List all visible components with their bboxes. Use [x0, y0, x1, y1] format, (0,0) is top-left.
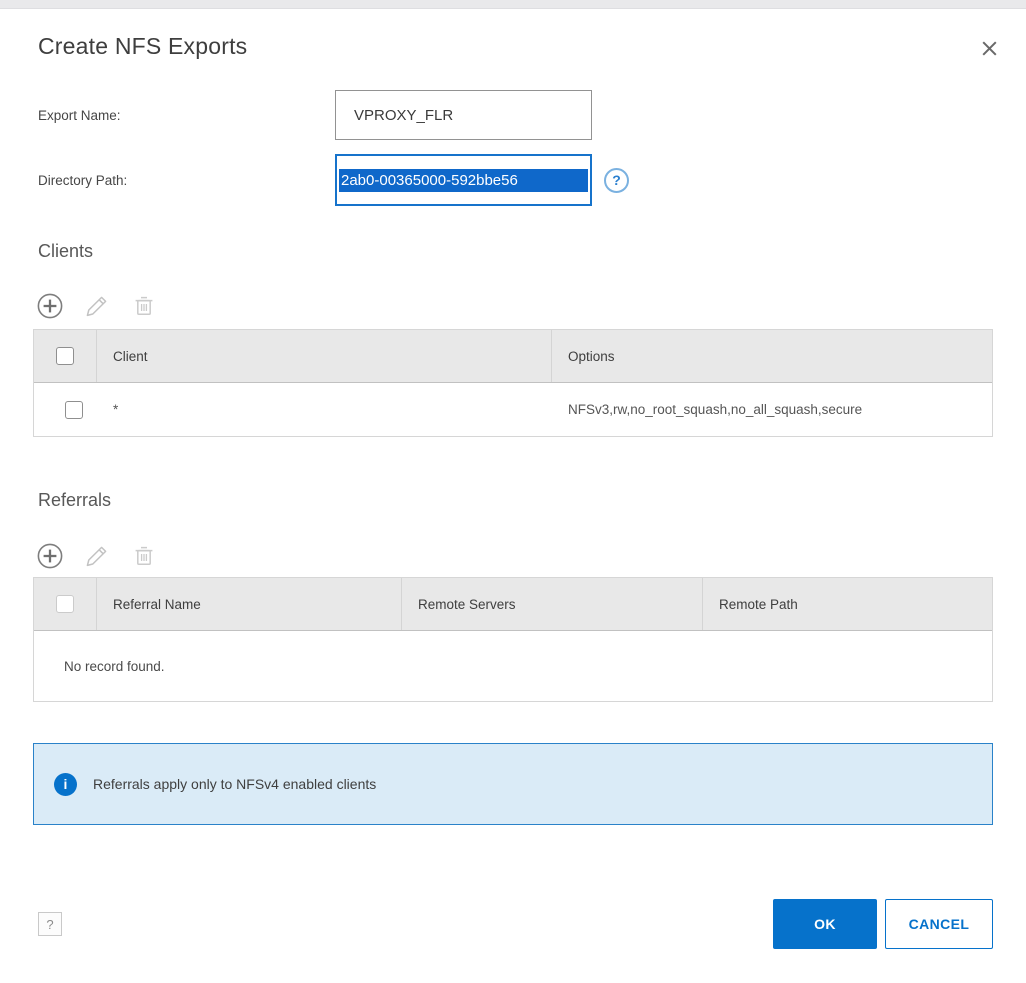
- referrals-table-header: Referral Name Remote Servers Remote Path: [34, 578, 992, 631]
- referrals-header-cell: [34, 578, 96, 630]
- export-name-row: Export Name:: [33, 90, 993, 140]
- trash-icon: [131, 557, 157, 572]
- plus-circle-icon: [37, 557, 63, 572]
- referrals-delete-button[interactable]: [131, 543, 157, 569]
- export-name-label: Export Name:: [33, 108, 335, 123]
- clients-edit-button[interactable]: [84, 293, 110, 319]
- clients-row-checkbox[interactable]: [65, 401, 83, 419]
- clients-table: Client Options * NFSv3,rw,no_root_squash…: [33, 329, 993, 437]
- referrals-table: Referral Name Remote Servers Remote Path…: [33, 577, 993, 702]
- referrals-column-header: Remote Servers: [401, 578, 702, 630]
- clients-table-header: Client Options: [34, 330, 992, 383]
- pencil-icon: [84, 557, 110, 572]
- info-banner: i Referrals apply only to NFSv4 enabled …: [33, 743, 993, 825]
- directory-path-input[interactable]: 2ab0-00365000-592bbe56: [335, 154, 592, 206]
- directory-path-help-icon[interactable]: ?: [604, 168, 629, 193]
- referrals-select-all-checkbox: [56, 595, 74, 613]
- options-cell: NFSv3,rw,no_root_squash,no_all_squash,se…: [551, 402, 992, 417]
- create-nfs-exports-dialog: Create NFS Exports Export Name: Director…: [0, 9, 1026, 949]
- background-page-strip: [0, 0, 1026, 9]
- dialog-title: Create NFS Exports: [33, 9, 993, 62]
- directory-path-selected-text: 2ab0-00365000-592bbe56: [339, 169, 588, 192]
- dialog-footer: ? OK CANCEL: [33, 899, 993, 949]
- export-name-input[interactable]: [335, 90, 592, 140]
- directory-path-row: Directory Path: 2ab0-00365000-592bbe56 ?: [33, 154, 993, 206]
- plus-circle-icon: [37, 307, 63, 322]
- info-icon: i: [54, 773, 77, 796]
- referrals-add-button[interactable]: [37, 543, 63, 569]
- footer-button-group: OK CANCEL: [773, 899, 993, 949]
- info-banner-text: Referrals apply only to NFSv4 enabled cl…: [93, 776, 376, 792]
- clients-table-row[interactable]: * NFSv3,rw,no_root_squash,no_all_squash,…: [34, 383, 992, 436]
- clients-column-header: Client: [96, 330, 551, 382]
- dialog-help-button[interactable]: ?: [38, 912, 62, 936]
- referrals-column-header: Remote Path: [702, 578, 992, 630]
- referrals-toolbar: [33, 543, 993, 569]
- trash-icon: [131, 307, 157, 322]
- export-form: Export Name: Directory Path: 2ab0-003650…: [33, 90, 993, 206]
- clients-add-button[interactable]: [37, 293, 63, 319]
- referrals-column-header: Referral Name: [96, 578, 401, 630]
- clients-select-all-checkbox[interactable]: [56, 347, 74, 365]
- clients-header-cell: [34, 330, 96, 382]
- close-icon: [981, 40, 998, 60]
- pencil-icon: [84, 307, 110, 322]
- directory-path-label: Directory Path:: [33, 173, 335, 188]
- ok-button[interactable]: OK: [773, 899, 877, 949]
- clients-delete-button[interactable]: [131, 293, 157, 319]
- referrals-heading: Referrals: [33, 490, 993, 510]
- referrals-empty-row: No record found.: [34, 631, 992, 701]
- clients-toolbar: [33, 293, 993, 319]
- clients-row-cell: [34, 401, 96, 419]
- clients-heading: Clients: [33, 241, 993, 261]
- clients-column-header: Options: [551, 330, 992, 382]
- referrals-edit-button[interactable]: [84, 543, 110, 569]
- cancel-button[interactable]: CANCEL: [885, 899, 993, 949]
- client-cell: *: [96, 402, 551, 417]
- close-button[interactable]: [976, 37, 1002, 63]
